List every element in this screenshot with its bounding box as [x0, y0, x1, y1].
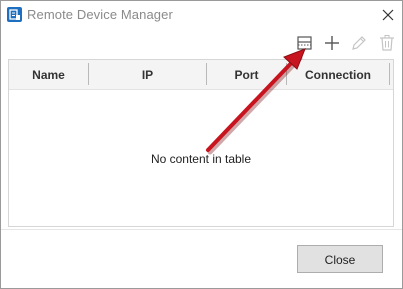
window-close-icon[interactable]	[379, 6, 397, 24]
add-icon[interactable]	[322, 33, 342, 53]
table-header: Name IP Port Connection	[9, 60, 393, 90]
close-button[interactable]: Close	[297, 245, 383, 273]
window-title: Remote Device Manager	[27, 7, 173, 22]
column-header-ip[interactable]: IP	[89, 60, 206, 90]
footer-divider	[1, 229, 402, 230]
remote-device-manager-window: Remote Device Manager Name IP Port Conne…	[0, 0, 403, 289]
device-table: Name IP Port Connection No content in ta…	[8, 59, 394, 227]
edit-pencil-icon[interactable]	[349, 33, 369, 53]
toolbar	[1, 29, 402, 57]
column-header-connection[interactable]: Connection	[287, 60, 389, 90]
scan-device-icon[interactable]	[295, 33, 315, 53]
app-logo-icon	[7, 7, 22, 22]
empty-table-message: No content in table	[150, 152, 252, 166]
delete-trash-icon[interactable]	[377, 33, 397, 53]
column-divider[interactable]	[389, 63, 390, 85]
column-header-port[interactable]: Port	[207, 60, 286, 90]
column-header-name[interactable]: Name	[9, 60, 88, 90]
title-bar: Remote Device Manager	[1, 1, 402, 29]
